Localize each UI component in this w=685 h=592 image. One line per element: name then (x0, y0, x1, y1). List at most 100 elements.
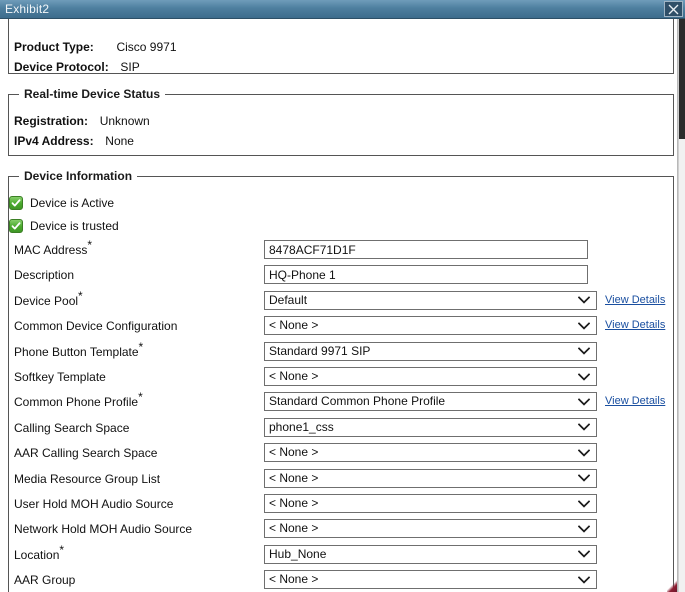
select-value-network-hold-moh-audio-source: < None > (269, 520, 574, 537)
corner-artifact (667, 580, 677, 592)
chevron-down-icon[interactable] (576, 444, 592, 461)
registration-row: Registration: Unknown (14, 114, 150, 128)
label-common-phone-profile: Common Phone Profile* (14, 395, 143, 409)
vertical-scrollbar[interactable] (678, 19, 685, 592)
form-row: Description (0, 265, 670, 287)
label-aar-group: AAR Group (14, 573, 75, 587)
chevron-down-icon[interactable] (576, 546, 592, 563)
window-title: Exhibit2 (5, 2, 49, 16)
ipv4-address-row: IPv4 Address: None (14, 134, 134, 148)
form-row: Location* Hub_None (0, 545, 670, 567)
form-row: User Hold MOH Audio Source < None > (0, 494, 670, 516)
chevron-down-icon[interactable] (576, 368, 592, 385)
label-common-device-configuration: Common Device Configuration (14, 319, 177, 333)
chevron-down-icon[interactable] (576, 419, 592, 436)
device-protocol-value: SIP (120, 60, 139, 74)
required-asterisk: * (78, 289, 83, 303)
select-device-pool[interactable]: Default (264, 291, 597, 310)
scrollbar-thumb[interactable] (679, 19, 685, 139)
ipv4-address-label: IPv4 Address: (14, 134, 94, 148)
registration-value: Unknown (100, 114, 150, 128)
input-description[interactable] (264, 265, 588, 284)
select-aar-group[interactable]: < None > (264, 570, 597, 589)
chevron-down-icon[interactable] (576, 343, 592, 360)
select-value-media-resource-group-list: < None > (269, 470, 574, 487)
select-user-hold-moh-audio-source[interactable]: < None > (264, 494, 597, 513)
label-user-hold-moh-audio-source: User Hold MOH Audio Source (14, 497, 173, 511)
required-asterisk: * (59, 543, 64, 557)
required-asterisk: * (138, 390, 143, 404)
form-row: Phone Button Template* Standard 9971 SIP (0, 342, 670, 364)
view-details-link-common-device-configuration[interactable]: View Details (605, 319, 665, 331)
label-calling-search-space: Calling Search Space (14, 421, 129, 435)
input-mac-address[interactable] (264, 240, 588, 259)
device-is-trusted-row[interactable]: Device is trusted (9, 217, 119, 235)
registration-label: Registration: (14, 114, 88, 128)
close-icon[interactable] (664, 1, 683, 17)
label-location: Location* (14, 548, 64, 562)
select-common-phone-profile[interactable]: Standard Common Phone Profile (264, 392, 597, 411)
device-is-active-label: Device is Active (30, 196, 114, 210)
select-value-phone-button-template: Standard 9971 SIP (269, 343, 574, 360)
select-value-calling-search-space: phone1_css (269, 419, 574, 436)
device-protocol-row: Device Protocol: SIP (14, 60, 140, 74)
checkmark-icon (9, 219, 23, 233)
select-value-common-phone-profile: Standard Common Phone Profile (269, 393, 574, 410)
section-device-information-legend: Device Information (19, 169, 137, 183)
form-row: Device Pool* Default View Details (0, 291, 670, 313)
select-aar-calling-search-space[interactable]: < None > (264, 443, 597, 462)
select-media-resource-group-list[interactable]: < None > (264, 469, 597, 488)
chevron-down-icon[interactable] (576, 292, 592, 309)
select-location[interactable]: Hub_None (264, 545, 597, 564)
view-details-link-common-phone-profile[interactable]: View Details (605, 395, 665, 407)
label-description: Description (14, 268, 74, 282)
label-network-hold-moh-audio-source: Network Hold MOH Audio Source (14, 522, 192, 536)
required-asterisk: * (87, 238, 92, 252)
section-realtime-status-legend: Real-time Device Status (19, 87, 165, 101)
form-row: AAR Calling Search Space < None > (0, 443, 670, 465)
chevron-down-icon[interactable] (576, 520, 592, 537)
form-row: Softkey Template < None > (0, 367, 670, 389)
form-row: MAC Address* (0, 240, 670, 262)
product-type-value: Cisco 9971 (116, 40, 176, 54)
form-row: Network Hold MOH Audio Source < None > (0, 519, 670, 541)
label-phone-button-template: Phone Button Template* (14, 345, 143, 359)
label-aar-calling-search-space: AAR Calling Search Space (14, 446, 157, 460)
chevron-down-icon[interactable] (576, 317, 592, 334)
select-value-softkey-template: < None > (269, 368, 574, 385)
device-protocol-label: Device Protocol: (14, 60, 109, 74)
select-value-device-pool: Default (269, 292, 574, 309)
label-media-resource-group-list: Media Resource Group List (14, 472, 160, 486)
checkmark-icon (9, 196, 23, 210)
select-value-aar-group: < None > (269, 571, 574, 588)
view-details-link-device-pool[interactable]: View Details (605, 294, 665, 306)
chevron-down-icon[interactable] (576, 495, 592, 512)
select-softkey-template[interactable]: < None > (264, 367, 597, 386)
chevron-down-icon[interactable] (576, 571, 592, 588)
select-phone-button-template[interactable]: Standard 9971 SIP (264, 342, 597, 361)
select-value-aar-calling-search-space: < None > (269, 444, 574, 461)
select-value-common-device-configuration: < None > (269, 317, 574, 334)
form-row: Media Resource Group List < None > (0, 469, 670, 491)
select-calling-search-space[interactable]: phone1_css (264, 418, 597, 437)
device-is-active-row[interactable]: Device is Active (9, 194, 114, 212)
label-device-pool: Device Pool* (14, 294, 83, 308)
form-row: Common Device Configuration < None > View … (0, 316, 670, 338)
form-row: Common Phone Profile* Standard Common Pho… (0, 392, 670, 414)
required-asterisk: * (139, 340, 144, 354)
select-network-hold-moh-audio-source[interactable]: < None > (264, 519, 597, 538)
device-is-trusted-label: Device is trusted (30, 219, 119, 233)
select-common-device-configuration[interactable]: < None > (264, 316, 597, 335)
product-type-row: Product Type: Cisco 9971 (14, 40, 177, 54)
chevron-down-icon[interactable] (576, 470, 592, 487)
label-softkey-template: Softkey Template (14, 370, 106, 384)
exhibit-window: Exhibit2 Phone Type Product Type: Cisco … (0, 0, 685, 592)
form-row: AAR Group < None > (0, 570, 670, 592)
ipv4-address-value: None (105, 134, 134, 148)
dialog-content: Phone Type Product Type: Cisco 9971 Devi… (0, 19, 678, 592)
window-titlebar: Exhibit2 (0, 0, 685, 19)
chevron-down-icon[interactable] (576, 393, 592, 410)
form-row: Calling Search Space phone1_css (0, 418, 670, 440)
select-value-location: Hub_None (269, 546, 574, 563)
product-type-label: Product Type: (14, 40, 94, 54)
